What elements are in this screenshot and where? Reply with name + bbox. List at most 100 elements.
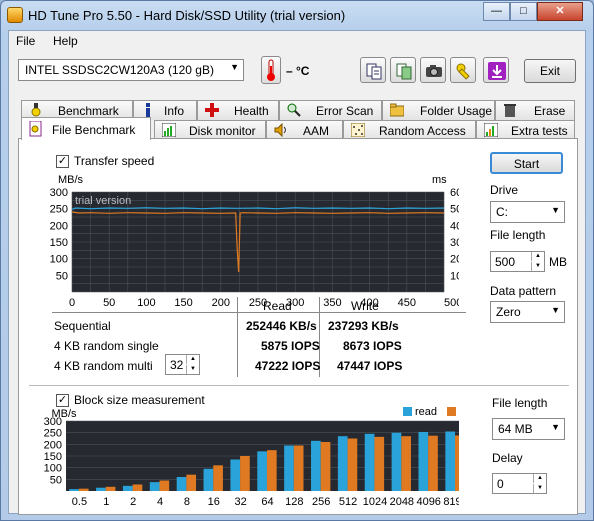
wrench-icon (456, 63, 470, 80)
copy-text-button[interactable] (360, 57, 386, 83)
tab-aam[interactable]: AAM (266, 120, 343, 140)
window-title: HD Tune Pro 5.50 - Hard Disk/SSD Utility… (28, 8, 346, 23)
legend-read-label: read (415, 406, 437, 418)
minimize-button[interactable]: — (483, 2, 510, 21)
queue-depth-value: 32 (170, 358, 184, 372)
bar-write (455, 435, 459, 491)
tab-folder-usage[interactable]: Folder Usage (382, 100, 495, 120)
data-pattern-combo[interactable]: Zero ▼ (490, 301, 565, 323)
tab-folder-usage-label: Folder Usage (420, 104, 493, 118)
block-x-tick-label: 2048 (390, 496, 414, 508)
bar-read (257, 451, 267, 491)
save-screenshot-button[interactable] (420, 57, 446, 83)
file-length-value: 500 (495, 255, 516, 269)
bar-write (186, 474, 197, 491)
start-button[interactable]: Start (490, 152, 563, 174)
bar-read (176, 477, 187, 491)
x-tick-label: 200 (212, 297, 230, 309)
tab-error-scan-label: Error Scan (316, 104, 374, 118)
spin-up-icon[interactable]: ▲ (533, 474, 546, 483)
copy-image-icon (396, 63, 412, 80)
chevron-down-icon: ▼ (551, 205, 560, 215)
block-file-length-combo[interactable]: 64 MB ▼ (492, 418, 565, 440)
spin-down-icon[interactable]: ▼ (533, 484, 546, 493)
tab-file-benchmark[interactable]: File Benchmark (21, 117, 151, 140)
bar-write (320, 442, 331, 491)
bar-write (374, 436, 385, 491)
maximize-button[interactable]: □ (510, 2, 537, 21)
y-right-tick-label: 10 (450, 270, 459, 282)
write-header: Write (351, 299, 379, 313)
y-left-tick-label: 50 (56, 270, 68, 282)
y-left-tick-label: 300 (50, 187, 68, 199)
sequential-read-value: 252446 KB/s (246, 319, 317, 333)
bar-write (266, 450, 277, 491)
block-x-tick-label: 0.5 (72, 496, 87, 508)
tab-health-label: Health (234, 104, 269, 118)
y-right-tick-label: 50 (450, 204, 459, 216)
data-pattern-label: Data pattern (490, 284, 557, 298)
tab-erase[interactable]: Erase (495, 100, 575, 120)
block-x-tick-label: 8 (184, 496, 190, 508)
block-x-tick-label: 16 (208, 496, 220, 508)
y-right-tick-label: 40 (450, 220, 459, 232)
legend-write-label: write (458, 406, 459, 418)
menu-file[interactable]: File (16, 34, 35, 48)
bar-write (213, 465, 223, 491)
copy-screenshot-button[interactable] (390, 57, 416, 83)
file-length-spinner[interactable]: 500 ▲ ▼ (490, 251, 545, 272)
save-results-button[interactable] (483, 57, 509, 83)
spin-down-icon[interactable]: ▼ (186, 365, 199, 374)
exit-button[interactable]: Exit (524, 59, 576, 83)
random-single-read-value: 5875 IOPS (261, 339, 320, 353)
chevron-down-icon: ▼ (551, 422, 560, 432)
bar-write (240, 456, 250, 491)
block-y-tick-label: 100 (44, 463, 62, 475)
drive-combo[interactable]: C: ▼ (490, 201, 565, 223)
block-file-length-value: 64 MB (498, 422, 533, 436)
toolbar: INTEL SSDSC2CW120A3 (120 gB) ▼ – °C Exit (9, 51, 585, 95)
bar-read (122, 485, 133, 491)
y-right-tick-label: 20 (450, 254, 459, 266)
bar-write (293, 445, 304, 491)
options-button[interactable] (450, 57, 476, 83)
random-single-label: 4 KB random single (54, 339, 159, 353)
sequential-write-value: 237293 KB/s (328, 319, 399, 333)
tab-disk-monitor[interactable]: Disk monitor (154, 120, 266, 140)
spin-up-icon[interactable]: ▲ (531, 252, 544, 261)
block-x-tick-label: 512 (339, 496, 357, 508)
sequential-label: Sequential (54, 319, 111, 333)
bar-read (418, 431, 429, 491)
y-left-tick-label: 250 (50, 204, 68, 216)
block-y-tick-label: 200 (44, 439, 62, 451)
chevron-down-icon: ▼ (230, 62, 239, 72)
block-x-tick-label: 2 (130, 496, 136, 508)
file-benchmark-panel: ✓ Transfer speed MB/s ms trial version 300 2… (18, 138, 578, 515)
tab-health[interactable]: Health (197, 100, 279, 120)
x-tick-label: 500mB (444, 297, 459, 309)
bar-read (284, 445, 294, 491)
tab-extra-tests[interactable]: Extra tests (476, 120, 575, 140)
spin-up-icon[interactable]: ▲ (186, 355, 199, 364)
tab-random-access[interactable]: Random Access (343, 120, 476, 140)
queue-depth-spinner[interactable]: 32 ▲ ▼ (165, 354, 200, 375)
spin-down-icon[interactable]: ▼ (531, 262, 544, 271)
download-arrow-icon (488, 62, 506, 80)
x-tick-label: 350 (323, 297, 341, 309)
transfer-speed-checkbox[interactable]: ✓ (56, 155, 69, 168)
x-tick-label: 150 (174, 297, 192, 309)
tab-file-benchmark-label: File Benchmark (52, 123, 136, 137)
info-icon (141, 103, 155, 117)
camera-icon (426, 65, 442, 77)
block-x-tick-label: 1024 (363, 496, 387, 508)
file-length-label: File length (490, 228, 546, 242)
drive-select[interactable]: INTEL SSDSC2CW120A3 (120 gB) ▼ (18, 59, 244, 81)
menu-help[interactable]: Help (53, 34, 78, 48)
x-tick-label: 50 (103, 297, 115, 309)
tab-error-scan[interactable]: Error Scan (279, 100, 382, 120)
magnifier-icon (287, 103, 301, 117)
bar-read (96, 487, 106, 491)
bar-read (337, 436, 348, 491)
delay-spinner[interactable]: 0 ▲ ▼ (492, 473, 547, 494)
close-button[interactable]: ✕ (537, 2, 583, 21)
